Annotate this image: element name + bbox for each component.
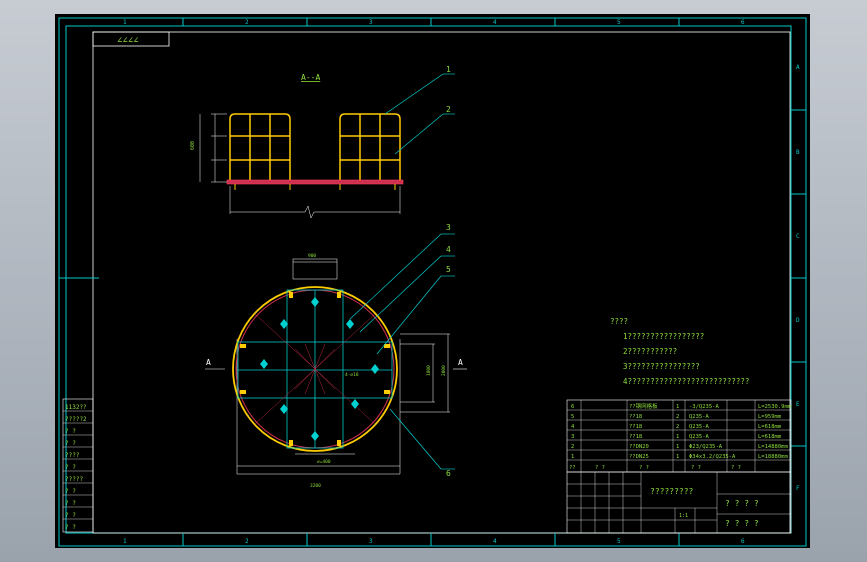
svg-text:6: 6 [571, 404, 574, 410]
svg-text:-3/Q235-A: -3/Q235-A [689, 404, 719, 410]
col-num-bottom: 1 [123, 538, 127, 545]
svg-text:Φ23/Q235-A: Φ23/Q235-A [689, 444, 723, 450]
section-view: A--A 600 1 2 [190, 65, 455, 219]
svg-text:4: 4 [571, 424, 575, 430]
svg-text:2: 2 [571, 444, 574, 450]
callout-5: 5 [446, 265, 451, 274]
svg-text:? ?: ? ? [639, 465, 649, 471]
svg-text:1: 1 [676, 434, 679, 440]
svg-text:? ?: ? ? [65, 440, 76, 447]
drawing-name: ????????? [650, 487, 694, 496]
svg-text:4-∅18: 4-∅18 [345, 372, 359, 378]
left-strip: 1132?? ?????2 ? ? ? ? ???? ? ? ????? ? ?… [62, 398, 94, 533]
notes-title: ???? [610, 317, 629, 326]
drawing-svg: 1 2 3 4 5 6 1 2 3 4 5 6 A B C D E F ∠∠∠∠… [58, 17, 807, 547]
svg-text:2000: 2000 [441, 365, 447, 376]
company-2: ? ? ? ? [725, 519, 759, 528]
note-item: 1????????????????? [623, 332, 705, 341]
col-num-bottom: 3 [369, 538, 373, 545]
svg-text:?????: ????? [65, 476, 83, 483]
svg-text:1132??: 1132?? [65, 404, 87, 411]
col-num: 5 [617, 19, 621, 26]
svg-text:1: 1 [571, 454, 574, 460]
row-letter: A [796, 64, 800, 71]
callout-1: 1 [446, 65, 451, 74]
svg-text:1: 1 [676, 404, 679, 410]
drawing-frame [92, 31, 791, 534]
col-num: 1 [123, 19, 127, 26]
col-num: 6 [741, 19, 745, 26]
col-num: 2 [245, 19, 249, 26]
svg-text:2: 2 [676, 424, 679, 430]
col-num-bottom: 5 [617, 538, 621, 545]
svg-text:L=959mm: L=959mm [758, 414, 782, 420]
svg-text:? ?: ? ? [65, 428, 76, 435]
svg-text:2: 2 [676, 414, 679, 420]
row-letter: B [796, 149, 800, 156]
svg-text:?????2: ?????2 [65, 416, 87, 423]
col-num-bottom: 6 [741, 538, 745, 545]
svg-text:600: 600 [190, 141, 196, 150]
callout-2: 2 [446, 105, 451, 114]
svg-text:900: 900 [308, 253, 316, 259]
svg-text:? ?: ? ? [731, 465, 741, 471]
bill-of-materials: 6 ??钢网格板 1 -3/Q235-A L=2530.9mm 5 ??18 2 Q235-A… [566, 399, 792, 534]
callout-6: 6 [446, 469, 451, 478]
col-num-bottom: 2 [245, 538, 249, 545]
svg-text:??18: ??18 [629, 434, 642, 440]
cad-viewport[interactable]: 1 2 3 4 5 6 1 2 3 4 5 6 A B C D E F ∠∠∠∠… [0, 0, 867, 562]
col-num-bottom: 4 [493, 538, 497, 545]
svg-text:L=618mm: L=618mm [758, 424, 782, 430]
svg-text:??18: ??18 [629, 424, 642, 430]
svg-text:L=18880mm: L=18880mm [758, 454, 788, 460]
svg-text:? ?: ? ? [65, 512, 76, 519]
drawing-sheet[interactable]: 1 2 3 4 5 6 1 2 3 4 5 6 A B C D E F ∠∠∠∠… [55, 14, 810, 548]
svg-text:??DN25: ??DN25 [629, 454, 649, 460]
col-num: 3 [369, 19, 373, 26]
plan-view: A A 3 4 5 6 900 3200 ∅=400 1800 2000 4-∅… [205, 223, 467, 489]
svg-text:∅=400: ∅=400 [317, 459, 331, 465]
svg-text:3200: 3200 [310, 483, 321, 489]
svg-text:? ?: ? ? [65, 500, 76, 507]
svg-text:? ?: ? ? [595, 465, 605, 471]
col-num: 4 [493, 19, 497, 26]
callout-4: 4 [446, 245, 451, 254]
svg-text:L=14880mm: L=14880mm [758, 444, 788, 450]
svg-text:Φ34x3.2/Q235-A: Φ34x3.2/Q235-A [689, 454, 736, 460]
corner-marks: ∠∠∠∠ [117, 36, 139, 46]
svg-text:Q235-A: Q235-A [689, 424, 710, 430]
scale-label: 1:1 [679, 513, 688, 519]
svg-text:??钢网格板: ??钢网格板 [629, 402, 658, 410]
note-item: 3???????????????? [623, 362, 700, 371]
svg-text:3: 3 [571, 434, 574, 440]
note-item: 2??????????? [623, 347, 678, 356]
svg-text:1: 1 [676, 454, 679, 460]
svg-text:? ?: ? ? [65, 464, 76, 471]
svg-text:L=618mm: L=618mm [758, 434, 782, 440]
svg-text:? ?: ? ? [691, 465, 701, 471]
row-letter: E [796, 401, 800, 408]
company-1: ? ? ? ? [725, 499, 759, 508]
row-letter: F [796, 485, 800, 492]
svg-text:1: 1 [676, 444, 679, 450]
svg-text:L=2530.9mm: L=2530.9mm [758, 404, 792, 410]
svg-text:Q235-A: Q235-A [689, 414, 710, 420]
section-mark-left: A [206, 358, 211, 367]
note-item: 4??????????????????????????? [623, 377, 750, 386]
svg-text:??: ?? [569, 465, 576, 471]
svg-text:? ?: ? ? [65, 488, 76, 495]
section-mark-right: A [458, 358, 463, 367]
row-letter: C [796, 233, 800, 240]
svg-text:??DN20: ??DN20 [629, 444, 649, 450]
svg-text:1800: 1800 [426, 365, 432, 376]
technical-notes: ???? 1????????????????? 2??????????? 3??… [610, 314, 810, 389]
svg-text:? ?: ? ? [65, 524, 76, 531]
svg-text:5: 5 [571, 414, 574, 420]
svg-text:????: ???? [65, 452, 80, 459]
svg-text:??18: ??18 [629, 414, 642, 420]
section-label: A--A [301, 73, 320, 82]
svg-text:Q235-A: Q235-A [689, 434, 710, 440]
callout-3: 3 [446, 223, 451, 232]
inner-frame [65, 25, 792, 534]
